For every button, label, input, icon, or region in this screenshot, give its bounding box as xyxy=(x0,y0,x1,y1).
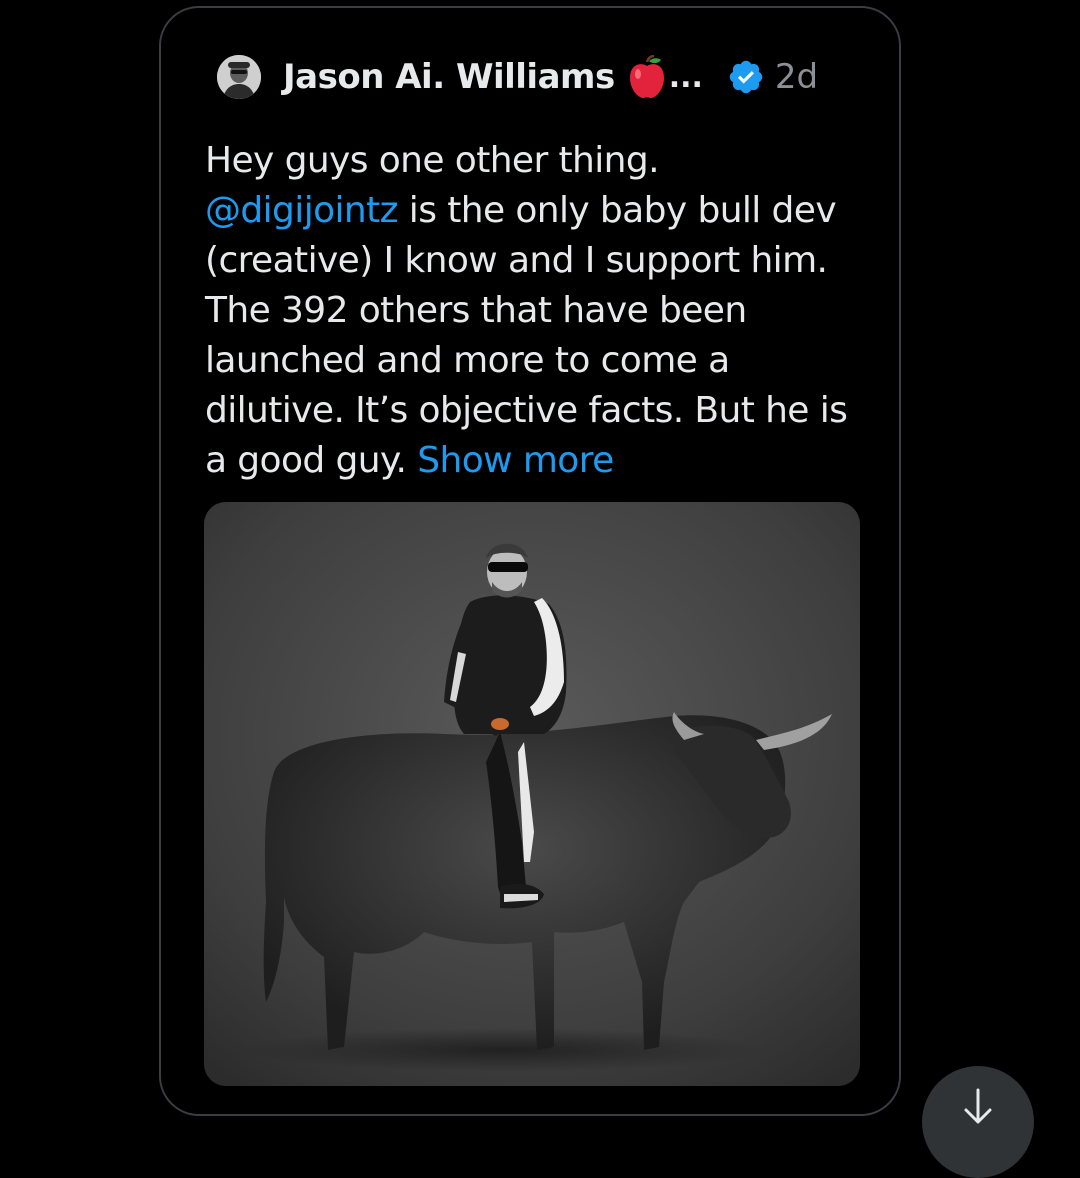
arrow-down-icon xyxy=(964,1088,992,1124)
quote-header: Jason Ai. Williams ... 2d xyxy=(217,52,818,102)
man-riding-bull-photo xyxy=(204,502,860,1086)
verified-badge-icon xyxy=(729,60,763,94)
timestamp[interactable]: 2d xyxy=(775,57,818,97)
show-more-link[interactable]: Show more xyxy=(417,440,614,481)
scroll-down-button[interactable] xyxy=(922,1066,1034,1178)
mention-link[interactable]: @digijointz xyxy=(205,190,399,231)
tweet-text: Hey guys one other thing. @digijointz is … xyxy=(205,136,875,486)
name-truncation: ... xyxy=(668,59,703,95)
text-intro: Hey guys one other thing. xyxy=(205,140,660,181)
apple-emoji-icon xyxy=(629,55,664,98)
tweet-media-image[interactable] xyxy=(204,502,860,1086)
author-avatar[interactable] xyxy=(217,55,261,99)
quoted-tweet-card[interactable]: Jason Ai. Williams ... 2d Hey guys one o… xyxy=(159,6,901,1116)
avatar-image xyxy=(217,55,261,99)
text-body: is the only baby bull dev (creative) I k… xyxy=(205,190,848,481)
author-name[interactable]: Jason Ai. Williams xyxy=(283,57,615,97)
